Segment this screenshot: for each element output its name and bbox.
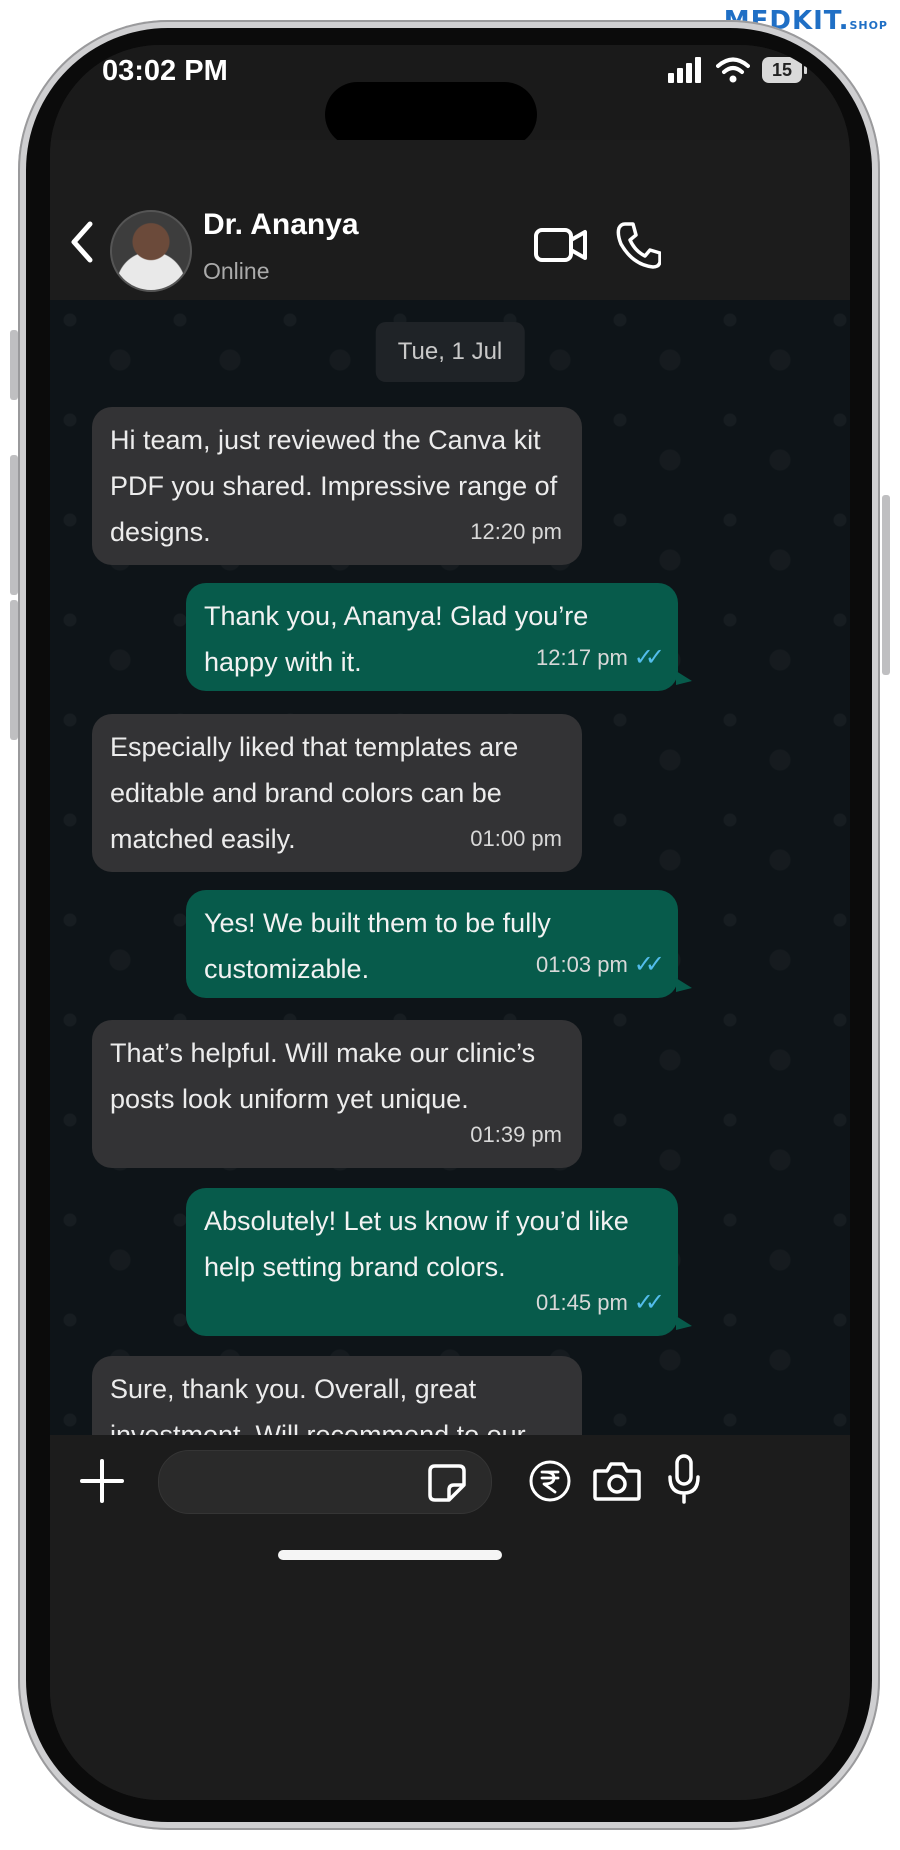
message-text: Sure, thank you. Overall, great investme… [110, 1374, 526, 1435]
status-icons: 15 [668, 57, 807, 83]
message-time: 01:00 pm [470, 826, 562, 851]
read-ticks-icon: ✓✓ [633, 644, 665, 671]
message-time: 01:03 pm [536, 952, 628, 977]
message-bubble-outgoing[interactable]: Yes! We built them to be fully customiza… [186, 890, 692, 998]
message-time: 12:17 pm [536, 645, 628, 670]
volume-down-button [10, 600, 18, 740]
battery-indicator: 15 [762, 57, 807, 83]
contact-name[interactable]: Dr. Ananya [203, 208, 359, 242]
avatar[interactable] [110, 210, 192, 292]
phone-icon[interactable] [615, 220, 661, 270]
message-bubble-incoming[interactable]: Sure, thank you. Overall, great investme… [92, 1356, 582, 1435]
mute-switch [10, 330, 18, 400]
chevron-left-icon[interactable] [68, 220, 96, 264]
plus-icon[interactable] [78, 1457, 126, 1505]
message-composer [50, 1435, 850, 1800]
message-text: That’s helpful. Will make our clinic’s p… [110, 1038, 536, 1114]
message-time: 01:45 pm [536, 1290, 628, 1315]
message-meta: 01:39 pm [470, 1112, 562, 1158]
message-bubble-incoming[interactable]: Especially liked that templates are edit… [92, 714, 582, 872]
message-meta: 01:03 pm ✓✓ [536, 942, 665, 988]
home-indicator[interactable] [278, 1550, 502, 1560]
signal-icon [668, 57, 701, 83]
message-meta: 01:00 pm [470, 816, 562, 862]
message-bubble-incoming[interactable]: Hi team, just reviewed the Canva kit PDF… [92, 407, 582, 565]
message-time: 12:20 pm [470, 519, 562, 544]
message-input[interactable] [158, 1450, 492, 1514]
phone-screen: 03:02 PM 15 Dr. Ananya Online Tue, 1 Jul… [50, 45, 850, 1800]
chat-header: Dr. Ananya Online [50, 140, 850, 300]
brand-suffix: SHOP [849, 19, 888, 32]
video-camera-icon[interactable] [533, 225, 589, 265]
read-ticks-icon: ✓✓ [633, 1289, 665, 1316]
message-bubble-outgoing[interactable]: Thank you, Ananya! Glad you’re happy wit… [186, 583, 692, 691]
message-bubble-incoming[interactable]: That’s helpful. Will make our clinic’s p… [92, 1020, 582, 1168]
read-ticks-icon: ✓✓ [633, 951, 665, 978]
contact-status: Online [203, 258, 270, 284]
message-meta: 01:45 pm ✓✓ [536, 1280, 665, 1326]
chat-area[interactable]: Tue, 1 Jul Hi team, just reviewed the Ca… [50, 300, 850, 1435]
message-bubble-outgoing[interactable]: Absolutely! Let us know if you’d like he… [186, 1188, 692, 1336]
camera-icon[interactable] [592, 1459, 642, 1503]
wifi-icon [716, 57, 750, 83]
message-text: Absolutely! Let us know if you’d like he… [204, 1206, 629, 1282]
dynamic-island [325, 82, 537, 147]
microphone-icon[interactable] [666, 1453, 702, 1505]
message-time: 01:39 pm [470, 1122, 562, 1147]
volume-up-button [10, 455, 18, 595]
rupee-icon[interactable] [528, 1459, 572, 1503]
sticker-icon[interactable] [427, 1463, 467, 1503]
status-time: 03:02 PM [102, 55, 228, 87]
message-meta: 12:20 pm [470, 509, 562, 555]
status-bar: 03:02 PM 15 [50, 45, 850, 147]
message-meta: 12:17 pm ✓✓ [536, 635, 665, 681]
power-button [882, 495, 890, 675]
date-separator: Tue, 1 Jul [375, 322, 525, 382]
